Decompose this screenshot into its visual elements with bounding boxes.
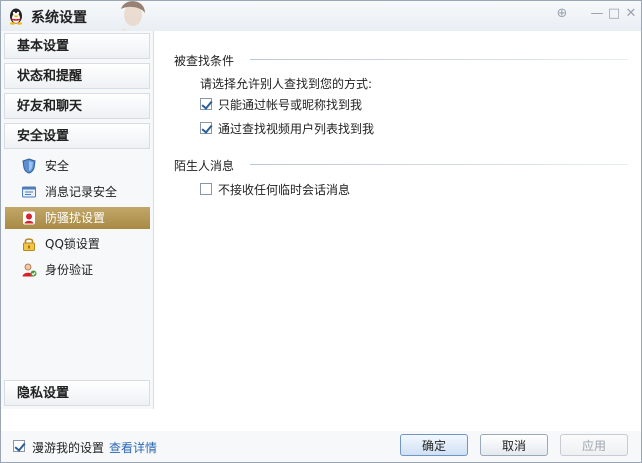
identity-icon	[22, 263, 37, 277]
sidebar-item-qq-lock[interactable]: QQ锁设置	[5, 233, 150, 255]
view-details-link[interactable]: 查看详情	[109, 439, 157, 456]
nav-basic-settings[interactable]: 基本设置	[4, 33, 150, 59]
footer-bar: 漫游我的设置 查看详情 确定 取消 应用	[1, 431, 641, 462]
sidebar-item-message-record-security[interactable]: 消息记录安全	[5, 181, 150, 203]
section-title-stranger-messages: 陌生人消息	[174, 159, 235, 173]
option-label[interactable]: 不接收任何临时会话消息	[218, 181, 350, 198]
maximize-icon[interactable]: □	[605, 5, 623, 23]
section-divider	[250, 59, 628, 60]
sidebar-item-anti-harassment[interactable]: 防骚扰设置	[5, 207, 150, 229]
anti-harassment-icon	[23, 211, 35, 225]
shield-icon	[22, 158, 36, 174]
message-record-icon	[22, 186, 36, 198]
nav-privacy-settings[interactable]: 隐私设置	[4, 380, 150, 406]
sidebar-item-label: 身份验证	[45, 263, 94, 277]
section-divider	[250, 164, 628, 165]
lock-icon	[23, 238, 35, 251]
qq-penguin-icon	[10, 8, 22, 25]
close-icon[interactable]: ✕	[622, 5, 640, 23]
settings-content: 被查找条件 请选择允许别人查找到您的方式: 只能通过帐号或昵称找到我 通过查找视…	[154, 31, 641, 431]
nav-status-reminders[interactable]: 状态和提醒	[4, 63, 150, 89]
sidebar: 基本设置 状态和提醒 好友和聊天 安全设置 安全 消息记录安全 防骚扰设置 QQ…	[1, 31, 154, 409]
checkbox-find-by-account[interactable]	[200, 98, 212, 110]
checkbox-reject-temp-messages[interactable]	[200, 183, 212, 195]
sidebar-item-label: 安全	[45, 159, 70, 173]
sidebar-item-label: 消息记录安全	[45, 185, 118, 199]
sidebar-item-label: QQ锁设置	[45, 237, 100, 251]
checkbox-find-by-video-list[interactable]	[200, 122, 212, 134]
checkbox-roam-settings[interactable]	[13, 440, 25, 452]
settings-window: 系统设置 ⊕ — □ ✕ 基本设置 状态和提醒 好友和聊天 安全设置 安全 消息…	[0, 0, 642, 463]
title-bar: 系统设置 ⊕ — □ ✕	[1, 1, 641, 41]
ok-button[interactable]: 确定	[400, 434, 468, 456]
section-title-search-conditions: 被查找条件	[174, 54, 235, 68]
sidebar-item-security[interactable]: 安全	[5, 155, 150, 177]
nav-security-settings[interactable]: 安全设置	[4, 123, 150, 149]
search-prompt: 请选择允许别人查找到您的方式:	[200, 77, 373, 91]
cancel-button[interactable]: 取消	[480, 434, 548, 456]
option-label[interactable]: 只能通过帐号或昵称找到我	[218, 96, 362, 113]
window-title: 系统设置	[31, 10, 87, 26]
apply-button[interactable]: 应用	[560, 434, 628, 456]
help-icon[interactable]: ⊕	[553, 5, 571, 23]
sidebar-item-label: 防骚扰设置	[45, 211, 106, 225]
roam-settings-label[interactable]: 漫游我的设置	[32, 439, 104, 456]
option-label[interactable]: 通过查找视频用户列表找到我	[218, 120, 374, 137]
sidebar-item-identity-verification[interactable]: 身份验证	[5, 259, 150, 281]
nav-friends-chat[interactable]: 好友和聊天	[4, 93, 150, 119]
minimize-icon[interactable]: —	[588, 5, 606, 23]
